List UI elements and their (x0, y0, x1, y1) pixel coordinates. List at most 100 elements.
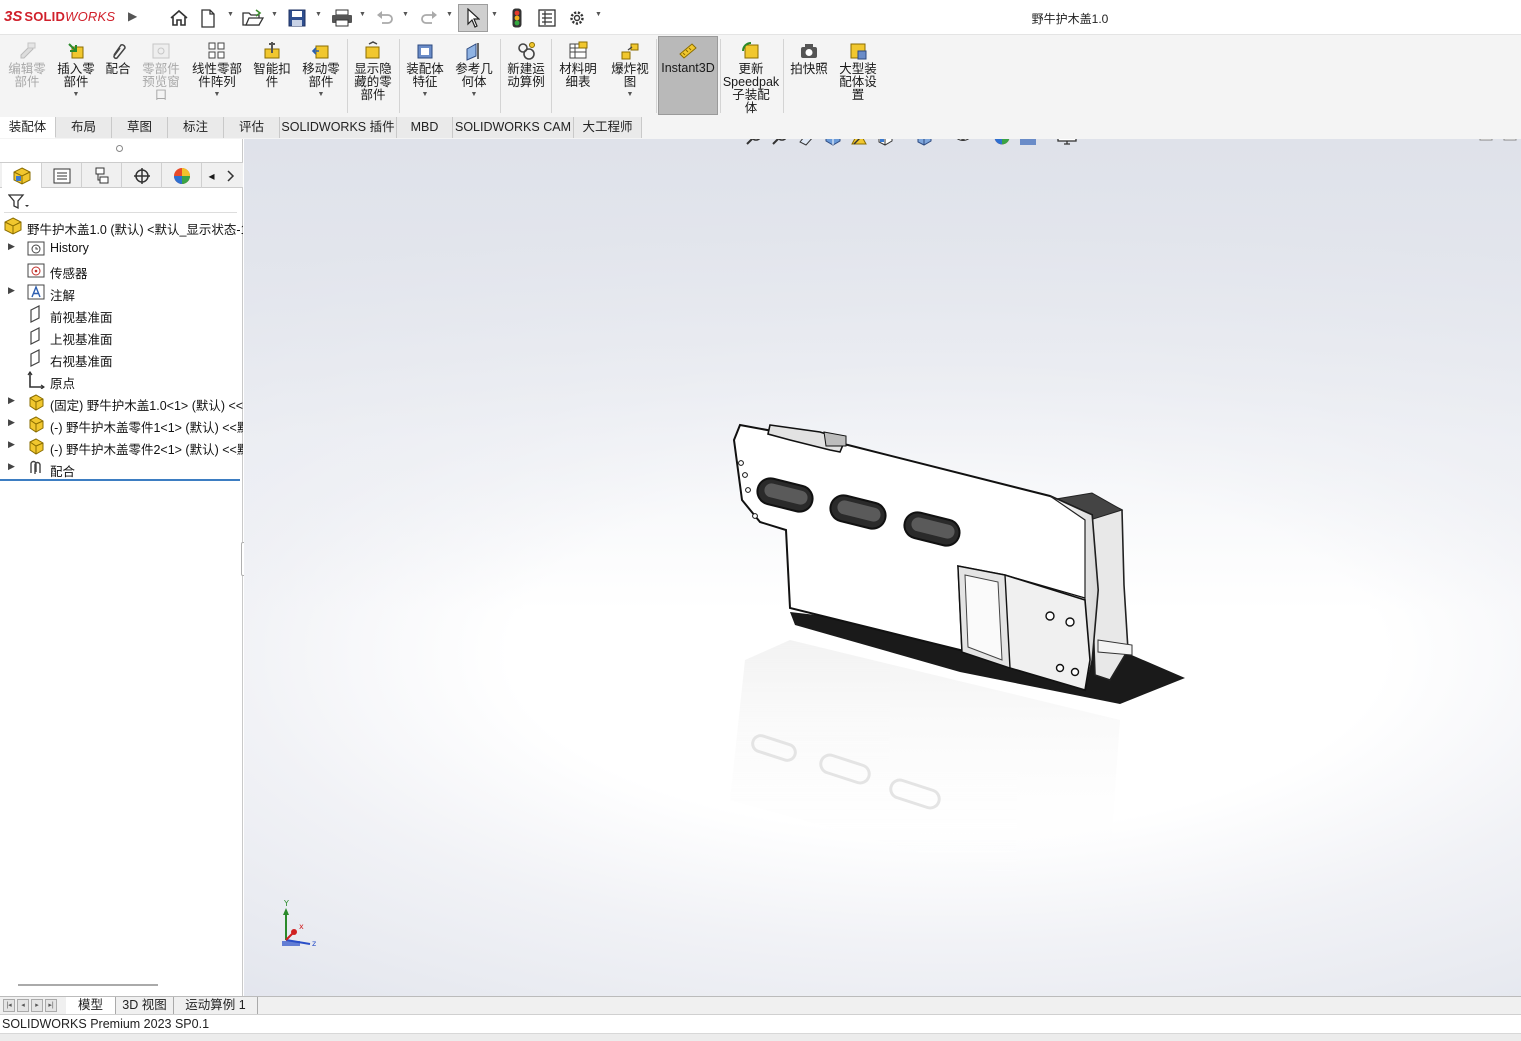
redo-icon[interactable] (418, 6, 440, 30)
tree-item-origin[interactable]: 原点 (0, 369, 243, 391)
tree-item-annotations[interactable]: ▶ 注解 (0, 281, 243, 303)
display-style-dropdown-icon[interactable]: ▼ (939, 139, 946, 141)
tree-item-component-part1[interactable]: ▶ (-) 野牛护木盖零件1<1> (默认) <<默认>_显示状态 1> (0, 413, 243, 435)
graphics-area[interactable]: Y x z ▼ ▼ ▼ ▼ ▼ (244, 139, 1521, 996)
tab-sketch[interactable]: 草图 (112, 117, 168, 138)
insert-components-dropdown-icon[interactable]: ▼ (73, 91, 80, 98)
exploded-view-button[interactable]: 爆炸视 图 ▼ (606, 38, 654, 116)
hide-show-items-icon[interactable] (952, 139, 974, 148)
tab-motion-study-1[interactable]: 运动算例 1 (174, 997, 258, 1014)
edit-component-button[interactable]: 编辑零 部件 (3, 38, 51, 116)
save-icon[interactable] (286, 6, 308, 30)
expand-arrow-icon[interactable]: ▶ (8, 461, 15, 472)
print-dropdown-icon[interactable]: ▼ (359, 11, 366, 18)
hide-show-dropdown-icon[interactable]: ▼ (978, 139, 985, 141)
large-assembly-settings-button[interactable]: 大型装 配体设 置 (834, 38, 882, 116)
rebuild-traffic-light-icon[interactable] (508, 6, 526, 30)
last-tab-icon[interactable]: ▸| (45, 999, 57, 1012)
file-properties-icon[interactable] (536, 6, 558, 30)
tree-item-sensors[interactable]: 传感器 (0, 259, 243, 281)
section-view-icon[interactable] (822, 139, 844, 148)
assembly-features-button[interactable]: 装配体 特征 ▼ (402, 38, 448, 116)
move-component-button[interactable]: 移动零 部件 ▼ (298, 38, 344, 116)
new-dropdown-icon[interactable]: ▼ (227, 11, 234, 18)
linear-component-pattern-button[interactable]: 线性零部 件阵列 ▼ (188, 38, 246, 116)
view-settings-dropdown-icon[interactable]: ▼ (1082, 139, 1089, 141)
open-dropdown-icon[interactable]: ▼ (271, 11, 278, 18)
tab-layout[interactable]: 布局 (56, 117, 112, 138)
show-hidden-components-button[interactable]: 显示隐 藏的零 部件 (349, 38, 397, 116)
move-component-dropdown-icon[interactable]: ▼ (318, 91, 325, 98)
next-tab-icon[interactable]: ▸ (31, 999, 43, 1012)
select-cursor-icon[interactable] (458, 4, 488, 32)
linear-pattern-dropdown-icon[interactable]: ▼ (214, 91, 221, 98)
print-icon[interactable] (330, 6, 354, 30)
options-gear-icon[interactable] (566, 6, 588, 30)
undo-dropdown-icon[interactable]: ▼ (402, 11, 409, 18)
expand-arrow-icon[interactable]: ▶ (8, 417, 15, 428)
reference-geometry-dropdown-icon[interactable]: ▼ (471, 91, 478, 98)
tab-assembly[interactable]: 装配体 (0, 117, 56, 138)
expand-arrow-icon[interactable]: ▶ (8, 285, 15, 296)
tree-item-front-plane[interactable]: 前视基准面 (0, 303, 243, 325)
tab-evaluate[interactable]: 评估 (224, 117, 280, 138)
previous-tab-icon[interactable]: ◂ (17, 999, 29, 1012)
exploded-view-dropdown-icon[interactable]: ▼ (627, 91, 634, 98)
tab-solidworks-addins[interactable]: SOLIDWORKS 插件 (280, 117, 397, 138)
panel-horizontal-scrollbar[interactable] (18, 984, 158, 986)
take-snapshot-button[interactable]: 拍快照 (786, 38, 832, 116)
menu-expand-arrow-icon[interactable]: ▶ (128, 9, 137, 23)
bill-of-materials-button[interactable]: 材料明 细表 (554, 38, 602, 116)
home-icon[interactable] (168, 6, 190, 30)
new-document-icon[interactable] (198, 6, 218, 30)
insert-components-button[interactable]: 插入零 部件 ▼ (52, 38, 100, 116)
zoom-to-area-icon[interactable] (770, 139, 792, 148)
tab-model[interactable]: 模型 (66, 997, 116, 1014)
tree-item-component-part2[interactable]: ▶ (-) 野牛护木盖零件2<1> (默认) <<默认>_显示状态 1> (0, 435, 243, 457)
expand-arrow-icon[interactable]: ▶ (8, 439, 15, 450)
edit-appearance-icon[interactable] (991, 139, 1013, 148)
apply-scene-dropdown-icon[interactable]: ▼ (1043, 139, 1050, 141)
filter-icon[interactable] (8, 194, 30, 210)
instant3d-button[interactable]: Instant3D (658, 36, 718, 115)
select-dropdown-icon[interactable]: ▼ (491, 11, 498, 18)
solidworks-logo[interactable]: 3S SOLIDWORKS (4, 8, 115, 25)
tree-item-right-plane[interactable]: 右视基准面 (0, 347, 243, 369)
tabs-scroll-right-icon[interactable] (221, 163, 241, 188)
tree-item-component-fixed[interactable]: ▶ (固定) 野牛护木盖1.0<1> (默认) <<默认>_显示状态 1> (0, 391, 243, 413)
tabs-scroll-left-icon[interactable]: ◂ (202, 163, 221, 188)
undo-icon[interactable] (374, 6, 396, 30)
display-style-icon[interactable] (913, 139, 935, 148)
tree-item-top-plane[interactable]: 上视基准面 (0, 325, 243, 347)
smart-fasteners-button[interactable]: 智能扣 件 (250, 38, 294, 116)
apply-scene-icon[interactable] (1017, 139, 1039, 148)
mate-button[interactable]: 配合 (100, 38, 136, 116)
view-orientation-icon[interactable] (874, 139, 896, 148)
tab-markup[interactable]: 标注 (168, 117, 224, 138)
options-dropdown-icon[interactable]: ▼ (595, 11, 602, 18)
update-speedpak-button[interactable]: 更新 Speedpak 子装配 体 (722, 38, 780, 116)
assembly-features-dropdown-icon[interactable]: ▼ (422, 91, 429, 98)
property-manager-tab-icon[interactable] (42, 163, 82, 188)
panel-grip-handle[interactable] (116, 145, 123, 152)
expand-arrow-icon[interactable]: ▶ (8, 395, 15, 406)
tab-3d-view[interactable]: 3D 视图 (116, 997, 174, 1014)
view-orientation-dropdown-icon[interactable]: ▼ (900, 139, 907, 141)
save-dropdown-icon[interactable]: ▼ (315, 11, 322, 18)
reference-geometry-button[interactable]: 参考几 何体 ▼ (451, 38, 497, 116)
first-tab-icon[interactable]: |◂ (3, 999, 15, 1012)
feature-tree-tab-icon[interactable] (2, 163, 42, 188)
tree-root-assembly[interactable]: 野牛护木盖1.0 (默认) <默认_显示状态-1> (0, 215, 243, 237)
restore-viewport-icon[interactable] (1479, 139, 1493, 141)
tab-solidworks-cam[interactable]: SOLIDWORKS CAM (453, 117, 574, 138)
redo-dropdown-icon[interactable]: ▼ (446, 11, 453, 18)
previous-view-icon[interactable] (796, 139, 818, 148)
assembly-model[interactable]: Y x z (244, 139, 1521, 996)
tree-item-history[interactable]: ▶ History (0, 237, 243, 259)
display-manager-tab-icon[interactable] (162, 163, 202, 188)
component-preview-window-button[interactable]: 零部件 预览窗 口 (137, 38, 185, 116)
tab-big-engineer[interactable]: 大工程师 (574, 117, 642, 138)
dynamic-annotation-views-icon[interactable] (848, 139, 870, 148)
view-settings-icon[interactable] (1056, 139, 1078, 148)
new-motion-study-button[interactable]: 新建运 动算例 (503, 38, 549, 116)
